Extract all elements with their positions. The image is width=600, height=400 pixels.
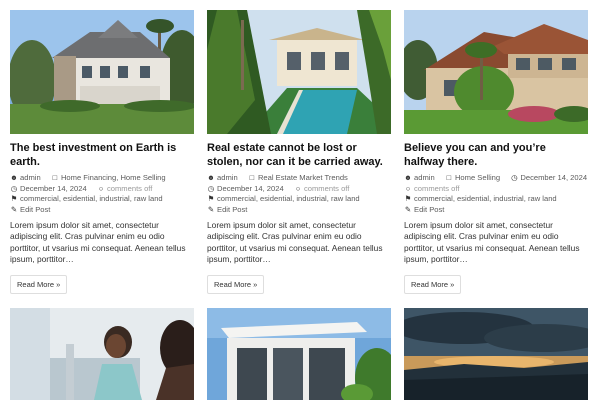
post-thumbnail-image[interactable] xyxy=(207,10,391,134)
post-meta: ☻ admin □ Real Estate Market Trends ◷ Decem… xyxy=(207,173,391,215)
clock-icon: ◷ xyxy=(207,183,215,193)
comment-icon: ○ xyxy=(405,183,411,193)
clock-icon: ◷ xyxy=(10,183,18,193)
post-title[interactable]: Believe you can and you’re halfway there… xyxy=(404,141,588,169)
user-icon: ☻ xyxy=(404,173,412,182)
read-more-button[interactable]: Read More » xyxy=(10,274,68,294)
post-card xyxy=(10,308,194,400)
category-links[interactable]: Real Estate Market Trends xyxy=(258,173,348,182)
edit-post-link[interactable]: Edit Post xyxy=(414,205,444,214)
category-links[interactable]: Home Selling xyxy=(455,173,500,182)
tag-icon: ⚑ xyxy=(207,194,215,203)
post-thumbnail-image[interactable] xyxy=(404,10,588,134)
post-excerpt: Lorem ipsum dolor sit amet, consectetur … xyxy=(207,220,383,265)
post-thumbnail-image[interactable] xyxy=(404,308,588,400)
folder-icon: □ xyxy=(52,173,58,182)
comments-status: comments off xyxy=(414,183,460,193)
author-link[interactable]: admin xyxy=(217,173,238,182)
user-icon: ☻ xyxy=(10,173,18,182)
post-grid: The best investment on Earth is earth. ☻… xyxy=(0,0,600,400)
comment-icon: ○ xyxy=(295,183,301,193)
post-date: December 14, 2024 xyxy=(520,173,588,182)
edit-icon: ✎ xyxy=(207,204,215,214)
post-excerpt: Lorem ipsum dolor sit amet, consectetur … xyxy=(404,220,580,265)
tag-icon: ⚑ xyxy=(10,194,18,203)
read-more-button[interactable]: Read More » xyxy=(404,274,462,294)
edit-post-link[interactable]: Edit Post xyxy=(20,205,50,214)
edit-post-link[interactable]: Edit Post xyxy=(217,205,247,214)
tag-links[interactable]: commercial, esidential, industrial, raw … xyxy=(20,194,163,203)
post-thumbnail-image[interactable] xyxy=(10,308,194,400)
category-links[interactable]: Home Financing, Home Selling xyxy=(61,173,166,182)
post-date: December 14, 2024 xyxy=(20,183,87,193)
post-card: Real estate cannot be lost or stolen, no… xyxy=(207,10,391,294)
post-date: December 14, 2024 xyxy=(217,183,284,193)
author-link[interactable]: admin xyxy=(20,173,41,182)
author-link[interactable]: admin xyxy=(414,173,435,182)
comments-status: comments off xyxy=(106,183,153,193)
tag-links[interactable]: commercial, esidential, industrial, raw … xyxy=(217,194,360,203)
tag-icon: ⚑ xyxy=(404,194,412,203)
post-card xyxy=(404,308,588,400)
user-icon: ☻ xyxy=(207,173,215,182)
post-title[interactable]: The best investment on Earth is earth. xyxy=(10,141,194,169)
comments-status: comments off xyxy=(303,183,350,193)
read-more-button[interactable]: Read More » xyxy=(207,274,265,294)
folder-icon: □ xyxy=(446,173,452,182)
edit-icon: ✎ xyxy=(404,204,412,214)
post-title[interactable]: Real estate cannot be lost or stolen, no… xyxy=(207,141,391,169)
tag-links[interactable]: commercial, esidential, industrial, raw … xyxy=(414,194,557,203)
post-card: Believe you can and you’re halfway there… xyxy=(404,10,588,294)
post-card xyxy=(207,308,391,400)
post-thumbnail-image[interactable] xyxy=(10,10,194,134)
folder-icon: □ xyxy=(249,173,255,182)
post-card: The best investment on Earth is earth. ☻… xyxy=(10,10,194,294)
post-thumbnail-image[interactable] xyxy=(207,308,391,400)
edit-icon: ✎ xyxy=(10,204,18,214)
post-meta: ☻ admin □ Home Financing, Home Selling ◷ De… xyxy=(10,173,194,215)
comment-icon: ○ xyxy=(98,183,104,193)
post-excerpt: Lorem ipsum dolor sit amet, consectetur … xyxy=(10,220,186,265)
clock-icon: ◷ xyxy=(511,173,518,182)
post-meta: ☻ admin □ Home Selling ◷ December 14, 2024 … xyxy=(404,173,588,215)
